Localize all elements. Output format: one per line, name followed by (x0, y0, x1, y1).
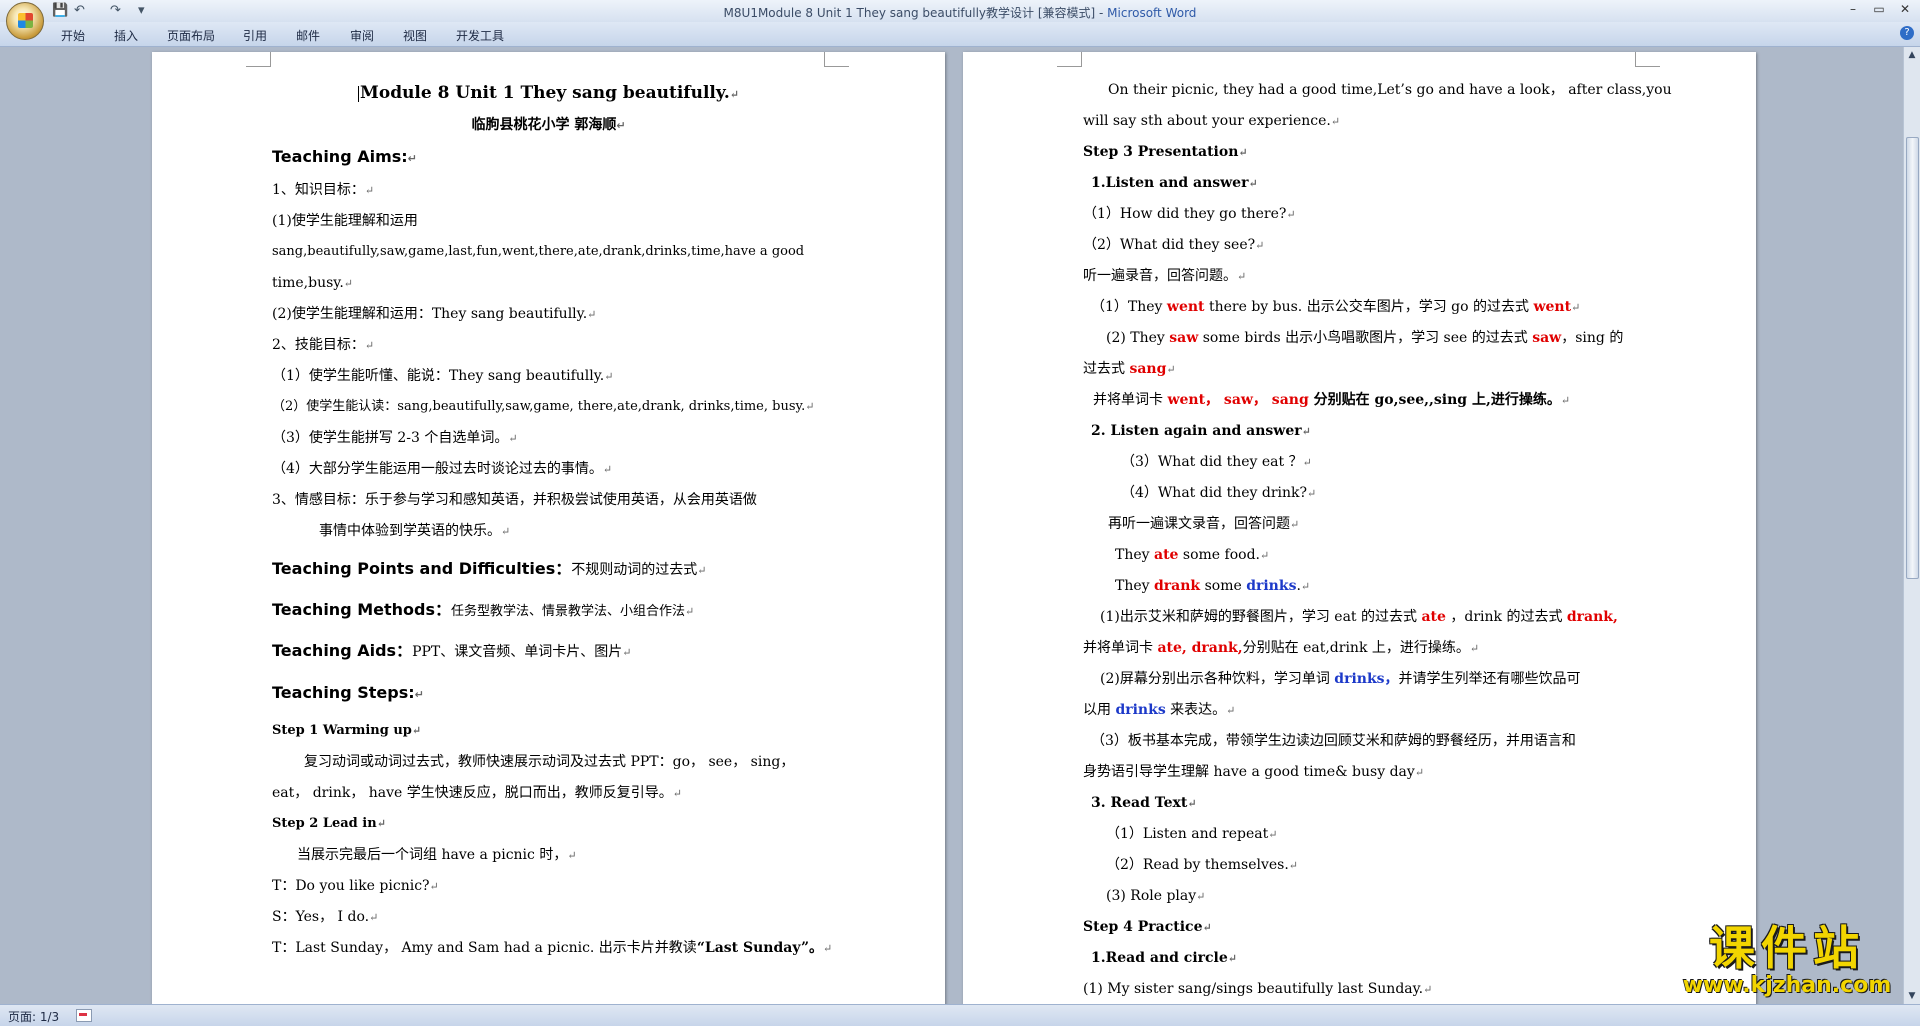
paragraph: eat， drink， have 学生快速反应，脱口而出，教师反复引导。↵ (272, 785, 683, 801)
methods-line: Teaching Methods：任务型教学法、情景教学法、小组合作法↵ (272, 600, 695, 620)
tab-review[interactable]: 审阅 (350, 27, 374, 44)
paragraph: (2)屏幕分别出示各种饮料，学习单词 drinks，并请学生列举还有哪些饮品可 (1100, 671, 1581, 687)
paragraph: （2）使学生能认读：sang,beautifully,saw,game, the… (272, 399, 815, 414)
document-area[interactable]: Module 8 Unit 1 They sang beautifully.↵ … (0, 47, 1904, 1004)
paragraph: (1)出示艾米和萨姆的野餐图片，学习 eat 的过去式 ate ，drink 的… (1100, 609, 1618, 625)
step-heading: Step 1 Warming up↵ (272, 723, 422, 738)
sub-heading: 1.Read and circle↵ (1091, 950, 1237, 966)
step-heading: Step 4 Practice↵ (1083, 919, 1212, 935)
paragraph: （3）What did they eat ？↵ (1121, 454, 1312, 470)
paragraph: 身势语引导学生理解 have a good time& busy day↵ (1083, 764, 1425, 780)
tab-mailings[interactable]: 邮件 (296, 27, 320, 44)
paragraph: T：Do you like picnic?↵ (272, 878, 439, 894)
paragraph: 听一遍录音，回答问题。↵ (1083, 268, 1247, 284)
paragraph: （4）大部分学生能运用一般过去时谈论过去的事情。↵ (272, 461, 613, 477)
title-bar: 💾 ↶ ↷ ▾ M8U1Module 8 Unit 1 They sang be… (0, 0, 1920, 22)
document-heading: Module 8 Unit 1 They sang beautifully.↵ (358, 83, 739, 103)
paragraph: 1、知识目标：↵ (272, 182, 375, 198)
paragraph: （2）Read by themselves.↵ (1106, 857, 1299, 873)
paragraph: (2) They saw some birds 出示小鸟唱歌图片，学习 see … (1106, 330, 1624, 346)
help-icon[interactable]: ? (1900, 26, 1914, 40)
tab-insert[interactable]: 插入 (114, 27, 138, 44)
scroll-up-icon[interactable]: ▲ (1904, 47, 1920, 63)
page-count-status[interactable]: 页面: 1/3 (8, 1008, 59, 1025)
maximize-button[interactable]: ▭ (1868, 2, 1890, 18)
paragraph: （1）Listen and repeat↵ (1106, 826, 1278, 842)
text-cursor (358, 85, 360, 102)
tab-view[interactable]: 视图 (403, 27, 427, 44)
margin-corner (1635, 52, 1660, 67)
sub-heading: 2. Listen again and answer↵ (1091, 423, 1311, 439)
paragraph: （1）They went there by bus. 出示公交车图片，学习 go… (1091, 299, 1581, 315)
paragraph: （2）What did they see?↵ (1083, 237, 1265, 253)
window-title: M8U1Module 8 Unit 1 They sang beautifull… (0, 4, 1920, 21)
paragraph: （1）How did they go there?↵ (1083, 206, 1296, 222)
minimize-button[interactable]: – (1842, 2, 1864, 18)
tab-developer[interactable]: 开发工具 (456, 27, 504, 44)
paragraph: On their picnic, they had a good time,Le… (1108, 82, 1672, 98)
paragraph: 再听一遍课文录音，回答问题↵ (1108, 516, 1300, 532)
author-line: 临朐县桃花小学 郭海顺↵ (471, 117, 626, 133)
step-heading: Step 3 Presentation↵ (1083, 144, 1248, 160)
margin-corner (246, 52, 271, 67)
paragraph: 当展示完最后一个词组 have a picnic 时，↵ (297, 847, 577, 863)
close-button[interactable]: ✕ (1894, 2, 1916, 18)
paragraph: sang,beautifully,saw,game,last,fun,went,… (272, 244, 805, 259)
office-button[interactable] (6, 2, 44, 40)
paragraph: They drank some drinks.↵ (1115, 578, 1311, 594)
margin-corner (824, 52, 849, 67)
paragraph: （3）板书基本完成，带领学生边读边回顾艾米和萨姆的野餐经历，并用语言和 (1091, 733, 1576, 749)
document-title: M8U1Module 8 Unit 1 They sang beautifull… (723, 6, 1108, 20)
page-1[interactable]: Module 8 Unit 1 They sang beautifully.↵ … (152, 52, 945, 1004)
proofing-icon[interactable] (76, 1009, 92, 1022)
paragraph: 3、情感目标：乐于参与学习和感知英语，并积极尝试使用英语，从会用英语做 (272, 492, 757, 508)
aids-line: Teaching Aids：PPT、课文音频、单词卡片、图片↵ (272, 641, 632, 661)
app-name: Microsoft Word (1107, 6, 1197, 20)
watermark-url: www.kjzhan.com (1682, 973, 1892, 998)
scrollbar-thumb[interactable] (1906, 137, 1919, 579)
paragraph: （3）使学生能拼写 2-3 个自选单词。↵ (272, 430, 518, 446)
aims-heading: Teaching Aims:↵ (272, 147, 417, 166)
watermark-text: 课件站 (1709, 921, 1865, 975)
tab-home[interactable]: 开始 (61, 27, 85, 44)
office-logo-icon (18, 13, 33, 28)
ribbon-tabs: 开始 插入 页面布局 引用 邮件 审阅 视图 开发工具 ? (0, 22, 1920, 47)
tab-page-layout[interactable]: 页面布局 (167, 27, 215, 44)
paragraph: (1)使学生能理解和运用 (272, 213, 418, 229)
page-2[interactable]: On their picnic, they had a good time,Le… (963, 52, 1756, 1004)
paragraph: 并将单词卡 ate, drank,分别贴在 eat,drink 上，进行操练。↵ (1083, 640, 1480, 656)
sub-heading: 3. Read Text↵ (1091, 795, 1197, 811)
scroll-down-icon[interactable]: ▼ (1904, 988, 1920, 1004)
paragraph: 复习动词或动词过去式，教师快速展示动词及过去式 PPT：go， see， sin… (304, 754, 795, 770)
paragraph: time,busy.↵ (272, 275, 353, 291)
paragraph: （1）使学生能听懂、能说：They sang beautifully.↵ (272, 368, 614, 384)
paragraph: 事情中体验到学英语的快乐。↵ (319, 523, 511, 539)
paragraph: 以用 drinks 来表达。↵ (1083, 702, 1236, 718)
tab-references[interactable]: 引用 (243, 27, 267, 44)
paragraph: 过去式 sang↵ (1083, 361, 1176, 377)
vertical-scrollbar[interactable]: ▲ ▼ (1903, 47, 1920, 1004)
paragraph: （4）What did they drink?↵ (1121, 485, 1317, 501)
paragraph: will say sth about your experience.↵ (1083, 113, 1341, 129)
step-heading: Step 2 Lead in↵ (272, 816, 386, 831)
paragraph: S：Yes， I do.↵ (272, 909, 379, 925)
paragraph: They ate some food.↵ (1115, 547, 1270, 563)
margin-corner (1057, 52, 1082, 67)
paragraph: 并将单词卡 went， saw， sang 分别贴在 go,see,,sing … (1093, 392, 1571, 408)
status-bar: 页面: 1/3 (0, 1004, 1920, 1026)
paragraph: 2、技能目标：↵ (272, 337, 375, 353)
paragraph: (2)使学生能理解和运用：They sang beautifully.↵ (272, 306, 597, 322)
paragraph: T：Last Sunday， Amy and Sam had a picnic.… (272, 940, 833, 956)
watermark-logo: 课件站 www.kjzhan.com (1672, 922, 1902, 998)
steps-heading: Teaching Steps:↵ (272, 683, 424, 702)
paragraph: (1) My sister sang/sings beautifully las… (1083, 981, 1433, 997)
paragraph: (3) Role play↵ (1106, 888, 1206, 904)
points-line: Teaching Points and Difficulties：不规则动词的过… (272, 559, 707, 579)
sub-heading: 1.Listen and answer↵ (1091, 175, 1258, 191)
